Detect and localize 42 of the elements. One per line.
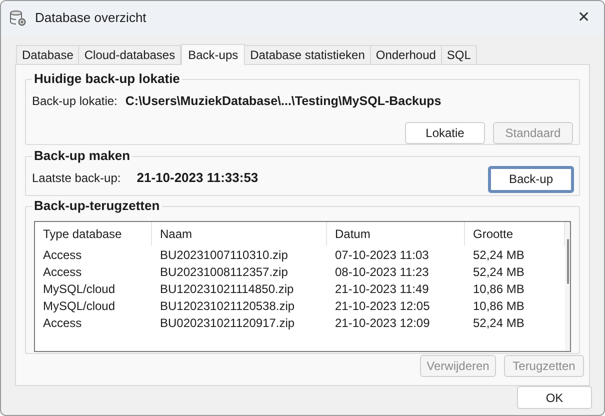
- tab[interactable]: Cloud-databases: [78, 45, 182, 64]
- group-title: Back-up maken: [32, 148, 132, 164]
- table-cell-text: 10,86 MB: [472, 298, 526, 314]
- field-label: Laatste back-up:: [32, 170, 121, 187]
- table-cell-text: Access: [42, 314, 83, 332]
- window-title: Database overzicht: [35, 9, 148, 28]
- table-cell-text: Access: [42, 246, 83, 264]
- column-header[interactable]: Naam: [152, 222, 327, 246]
- table-cell-text: 52,24 MB: [472, 314, 526, 332]
- location-path: C:\Users\MuziekDatabase\...\Testing\MySQL-Backups: [125, 93, 442, 110]
- button[interactable]: Lokatie: [405, 122, 485, 144]
- group-title: Huidige back-up lokatie: [32, 71, 182, 87]
- table-cell-text: 08-10-2023 11:23: [334, 264, 430, 280]
- table-cell-text: BU120231021114850.zip: [159, 280, 295, 298]
- field-label: Back-up lokatie:: [32, 93, 118, 110]
- table-cell-text: Access: [42, 264, 83, 280]
- scrollbar[interactable]: [565, 222, 570, 351]
- table-cell-text: MySQL/cloud: [42, 280, 116, 298]
- tab[interactable]: Back-ups: [181, 44, 246, 65]
- close-button[interactable]: ✕: [572, 6, 596, 30]
- table-cell-text: 21-10-2023 12:05: [334, 298, 431, 314]
- table-cell-text: BU020231021120917.zip: [159, 314, 296, 332]
- table-cell-text: 21-10-2023 12:09: [334, 314, 431, 332]
- tab[interactable]: SQL: [440, 45, 477, 64]
- tab[interactable]: Database: [16, 45, 80, 64]
- table-cell-text: BU20231007110310.zip: [159, 246, 289, 264]
- group-title: Back-up-terugzetten: [32, 198, 162, 214]
- button[interactable]: OK: [517, 386, 592, 409]
- table-cell-text: 52,24 MB: [472, 264, 526, 280]
- table-cell-text: 07-10-2023 11:03: [334, 246, 430, 264]
- table-cell-text: 52,24 MB: [472, 246, 526, 264]
- button[interactable]: Back-up: [488, 166, 574, 192]
- database-gear-icon: [9, 9, 27, 27]
- scrollbar-thumb[interactable]: [566, 239, 568, 284]
- table-cell-text: MySQL/cloud: [42, 298, 116, 314]
- column-header[interactable]: Datum: [327, 222, 465, 246]
- last-backup-time: 21-10-2023 11:33:53: [136, 169, 260, 188]
- table-cell-text: BU20231008112357.zip: [159, 264, 289, 280]
- column-header[interactable]: Type database: [35, 222, 152, 246]
- table-cell-text: BU120231021120538.zip: [159, 298, 296, 314]
- table-cell-text: 10,86 MB: [472, 280, 526, 298]
- table-cell-text: 21-10-2023 11:49: [334, 280, 430, 298]
